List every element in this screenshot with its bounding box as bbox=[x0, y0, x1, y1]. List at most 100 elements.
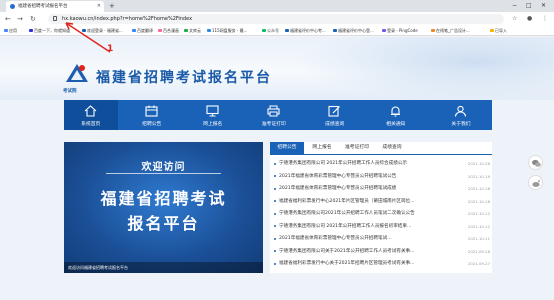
news-item-title[interactable]: 宁德港务集团有限公司关于2021年公开招聘工作人员考试有关事... bbox=[279, 246, 454, 258]
news-item-title[interactable]: 2021年福建省体育彩票管理中心专营员公开招聘笔试... bbox=[279, 233, 454, 245]
bookmark-item[interactable]: 福建省评价中心考... bbox=[285, 26, 326, 35]
calendar-icon bbox=[145, 105, 158, 117]
news-item-title[interactable]: 2021年福建省体育彩票管理中心专营员公开招聘笔试公告 bbox=[279, 171, 454, 183]
news-item[interactable]: 2021年福建省体育彩票管理中心专营员公开招聘笔试... 2021-10-11 bbox=[274, 233, 490, 245]
nav-item-registration[interactable]: 网上报名 bbox=[186, 100, 240, 130]
new-tab-icon[interactable]: + bbox=[109, 0, 115, 12]
browser-tab[interactable]: 福建省招聘考试报名平台 ✕ bbox=[6, 1, 104, 12]
news-item-date: 2021-10-19 bbox=[467, 173, 490, 179]
news-item-date: 2021-10-18 bbox=[467, 186, 490, 191]
nav-item-admission-ticket[interactable]: 准考证打印 bbox=[247, 100, 301, 130]
nav-label: 成绩查询 bbox=[325, 122, 345, 127]
news-item-title[interactable]: 福建省福利彩票发行中心2021年片区管理员（莆田城南片区岗位... bbox=[279, 196, 454, 208]
bullet-icon bbox=[274, 175, 276, 177]
slide-title-line1: 福建省招聘考试 bbox=[100, 189, 227, 208]
news-item-title[interactable]: 福建省福利彩票发行中心关于2021年招聘片区管理员考试有关事... bbox=[279, 258, 454, 270]
news-item-date: 2021-10-18 bbox=[467, 198, 490, 204]
nav-item-scores[interactable]: 成绩查询 bbox=[308, 100, 362, 130]
nav-label: 准考证打印 bbox=[261, 122, 286, 127]
back-icon[interactable]: ← bbox=[5, 13, 11, 25]
site-title: 福建省招聘考试报名平台 bbox=[96, 70, 272, 86]
favicon-icon bbox=[10, 4, 15, 9]
news-item-date: 2021-09-28 bbox=[467, 248, 490, 254]
star-icon[interactable]: ☆ bbox=[512, 14, 517, 24]
news-panel: 招聘公告 网上报名 准考证打印 成绩查询 宁德港务集团有限公司 2021年公开招… bbox=[270, 142, 492, 273]
bullet-icon bbox=[274, 225, 276, 227]
nav-item-about[interactable]: 关于我们 bbox=[430, 100, 492, 130]
news-item[interactable]: 宁德港务集团有限公司 2021年公开招聘工作人员综合成绩公示 2021-10-2… bbox=[274, 158, 490, 170]
printer-icon bbox=[267, 105, 280, 117]
window-close-icon[interactable]: ✕ bbox=[541, 0, 546, 12]
news-item[interactable]: 2021年福建省体育彩票管理中心专营员公开招聘笔试公告 2021-10-19 bbox=[274, 171, 490, 183]
bookmark-item[interactable]: 115网盘服务 - 最... bbox=[207, 26, 247, 35]
news-item[interactable]: 宁德港务集团有限公司2021年公开招聘工作人员笔试二次确认公告 2021-10-… bbox=[274, 208, 490, 220]
reload-icon[interactable]: ↻ bbox=[30, 13, 36, 25]
nav-item-home[interactable]: 系统首页 bbox=[64, 100, 118, 130]
nav-label: 关于我们 bbox=[451, 122, 471, 127]
news-item-date: 2021-10-11 bbox=[467, 236, 490, 241]
news-tab-admission-ticket[interactable]: 准考证打印 bbox=[339, 142, 375, 154]
bullet-icon bbox=[274, 187, 276, 190]
news-tab-announcements[interactable]: 招聘公告 bbox=[270, 142, 304, 154]
nav-item-notices[interactable]: 相关通知 bbox=[369, 100, 423, 130]
nav-item-announcements[interactable]: 招聘公告 bbox=[125, 100, 179, 130]
news-item-date: 2021-10-26 bbox=[467, 161, 490, 166]
edit-icon bbox=[328, 105, 340, 117]
welcome-slide[interactable]: 欢迎访问 福建省招聘考试 报名平台 欢迎访问福建省招聘考试报名平台 bbox=[64, 142, 263, 273]
minimize-icon[interactable]: − bbox=[512, 0, 517, 12]
news-tabs: 招聘公告 网上报名 准考证打印 成绩查询 bbox=[270, 142, 492, 155]
profile-icon[interactable]: ● bbox=[527, 14, 532, 24]
news-item[interactable]: 2021年福建省体育彩票管理中心专营员公开招聘笔试成绩 2021-10-18 bbox=[274, 183, 490, 195]
browser-window: 福建省招聘考试报名平台 ✕ + − □ ✕ ← → ↻ hx.kaowu.cn/… bbox=[0, 0, 554, 300]
bookmark-item[interactable]: 文库云 bbox=[184, 26, 201, 35]
wechat-icon bbox=[532, 159, 541, 167]
slide-welcome-text: 欢迎访问 bbox=[141, 162, 186, 173]
bullet-icon bbox=[274, 162, 276, 165]
tab-strip: 福建省招聘考试报名平台 ✕ + − □ ✕ bbox=[0, 0, 554, 12]
bookmark-item[interactable]: 百度翻译 bbox=[132, 26, 153, 35]
user-icon bbox=[454, 105, 467, 117]
annotation-number: 1 bbox=[107, 44, 114, 54]
bullet-icon bbox=[274, 237, 276, 240]
news-item-title[interactable]: 2021年福建省体育彩票管理中心专营员公开招聘笔试成绩 bbox=[279, 183, 454, 195]
news-item-date: 2021-10-12 bbox=[467, 223, 490, 229]
bullet-icon bbox=[274, 250, 276, 252]
bookmark-item[interactable]: 应用 bbox=[4, 26, 17, 35]
bullet-icon bbox=[274, 262, 276, 265]
news-item-title[interactable]: 宁德港务集团有限公司 2021年公开招聘工作人员报名初审结果... bbox=[279, 221, 454, 233]
bookmark-item[interactable]: 公众号 bbox=[262, 26, 279, 35]
weibo-float-button[interactable] bbox=[528, 175, 543, 190]
slide-title-line2: 报名平台 bbox=[127, 214, 200, 233]
bookmark-item[interactable]: 登录 - PingCode bbox=[382, 26, 418, 35]
nav-label: 系统首页 bbox=[81, 122, 101, 127]
main-nav: 系统首页 招聘公告 网上报名 准考证打印 成绩查询 相关通知 关于我们 bbox=[64, 100, 492, 130]
nav-label: 相关通知 bbox=[386, 122, 406, 127]
bookmark-item[interactable]: 福建省评价中心登... bbox=[333, 26, 374, 35]
news-item[interactable]: 福建省福利彩票发行中心关于2021年招聘片区管理员考试有关事... 2021-0… bbox=[274, 258, 490, 270]
menu-icon[interactable]: ⋮ bbox=[542, 14, 548, 24]
bookmark-item[interactable]: 百合漫画 bbox=[158, 26, 179, 35]
weibo-icon bbox=[532, 179, 541, 187]
close-tab-icon[interactable]: ✕ bbox=[97, 1, 101, 12]
page-content: 考试院 福建省招聘考试报名平台 系统首页 招聘公告 网上报名 准考证打印 成绩查… bbox=[0, 37, 554, 300]
news-tab-registration[interactable]: 网上报名 bbox=[307, 142, 337, 154]
bookmark-item[interactable]: 已导入 bbox=[490, 26, 507, 35]
news-tab-scores[interactable]: 成绩查询 bbox=[377, 142, 407, 154]
news-item[interactable]: 宁德港务集团有限公司关于2021年公开招聘工作人员考试有关事... 2021-0… bbox=[274, 246, 490, 258]
site-logo-icon bbox=[66, 64, 88, 82]
tab-title: 福建省招聘考试报名平台 bbox=[18, 4, 68, 9]
news-item-title[interactable]: 宁德港务集团有限公司 2021年公开招聘工作人员综合成绩公示 bbox=[279, 158, 454, 170]
news-item-date: 2021-09-27 bbox=[467, 261, 490, 266]
news-item[interactable]: 宁德港务集团有限公司 2021年公开招聘工作人员报名初审结果... 2021-1… bbox=[274, 221, 490, 233]
maximize-icon[interactable]: □ bbox=[526, 0, 532, 12]
news-item[interactable]: 福建省福利彩票发行中心2021年片区管理员（莆田城南片区岗位... 2021-1… bbox=[274, 196, 490, 208]
bookmark-item[interactable]: 在线笔_广告设计... bbox=[431, 26, 470, 35]
wechat-float-button[interactable] bbox=[528, 155, 543, 170]
news-item-title[interactable]: 宁德港务集团有限公司2021年公开招聘工作人员笔试二次确认公告 bbox=[279, 208, 454, 220]
forward-icon[interactable]: → bbox=[17, 13, 23, 25]
news-item-date: 2021-10-12 bbox=[467, 211, 490, 216]
logo-text: 考试院 bbox=[63, 89, 77, 94]
slide-divider bbox=[106, 173, 221, 174]
nav-label: 招聘公告 bbox=[142, 122, 162, 127]
bell-icon bbox=[391, 106, 400, 117]
